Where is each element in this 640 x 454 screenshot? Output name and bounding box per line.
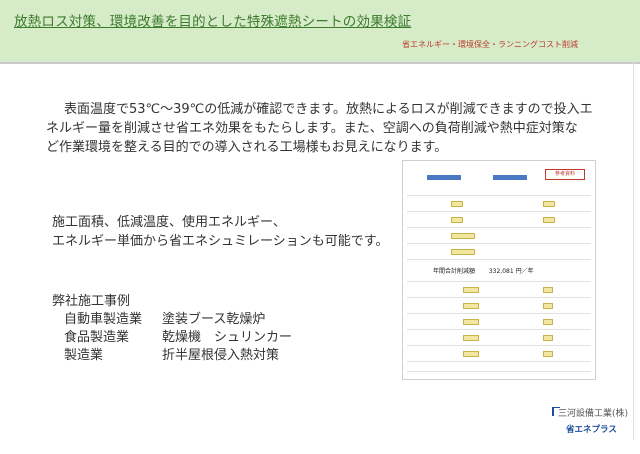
intro-line: ど作業環境を整える目的での導入される工場様もお見えになります。 [46, 140, 448, 155]
header-band: 放熱ロス対策、環境改善を目的とした特殊遮熱シートの効果検証 省エネルギー・環境保… [0, 0, 640, 64]
simulation-sheet-image: 参考資料 年間合計削減額 332,081 円／年 [402, 160, 596, 380]
simulation-text: 施工面積、低減温度、使用エネルギー、 エネルギー単価から省エネシュミレーションも… [52, 213, 388, 251]
intro-paragraph: 表面温度で53℃～39℃の低減が確認できます。放熱によるロスが削減できますので投… [46, 100, 594, 157]
intro-line: 表面温度で53℃～39℃の低減が確認できます。放熱によるロスが削減できますので投… [64, 102, 593, 117]
case-heading: 弊社施工事例 [52, 294, 131, 309]
case-industry: 食品製造業 [64, 330, 130, 345]
case-content: 乾燥機 シュリンカー [162, 330, 293, 345]
simulation-line: 施工面積、低減温度、使用エネルギー、 [52, 215, 286, 230]
page-title: 放熱ロス対策、環境改善を目的とした特殊遮熱シートの効果検証 [14, 14, 412, 30]
annual-label: 年間合計削減額 [433, 268, 476, 275]
case-row: 自動車製造業 塗装ブース乾燥炉 [52, 311, 292, 329]
intro-line: ネルギー量を削減させ省エネ効果をもたらします。また、空調への負荷削減や熱中症対策… [46, 121, 578, 136]
annual-savings: 年間合計削減額 332,081 円／年 [433, 266, 534, 275]
reference-badge: 参考資料 [545, 169, 585, 180]
case-row: 食品製造業 乾燥機 シュリンカー [52, 329, 292, 347]
company-name: 三河設備工業(株) [558, 409, 629, 419]
annual-value: 332,081 [488, 268, 514, 275]
annual-unit: 円／年 [515, 268, 534, 275]
simulation-line: エネルギー単価から省エネシュミレーションも可能です。 [52, 234, 389, 249]
case-industry: 自動車製造業 [64, 312, 143, 327]
company-logo: 三河設備工業(株) 省エネプラス [552, 405, 632, 439]
case-content: 塗装ブース乾燥炉 [162, 312, 266, 327]
case-row: 製造業 折半屋根侵入熱対策 [52, 347, 292, 365]
page-subtitle: 省エネルギー・環境保全・ランニングコスト削減 [402, 40, 578, 49]
case-list: 弊社施工事例 自動車製造業 塗装ブース乾燥炉 食品製造業 乾燥機 シュリンカー … [52, 293, 292, 365]
brand-name: 省エネプラス [566, 425, 617, 435]
case-content: 折半屋根侵入熱対策 [162, 348, 280, 363]
case-industry: 製造業 [64, 348, 104, 363]
divider [633, 60, 634, 440]
slide: 放熱ロス対策、環境改善を目的とした特殊遮熱シートの効果検証 省エネルギー・環境保… [0, 0, 640, 454]
